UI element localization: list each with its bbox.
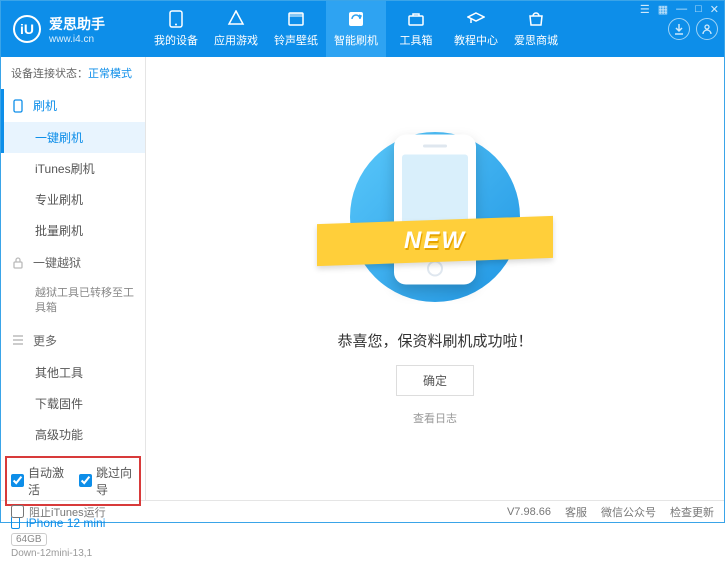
service-link[interactable]: 客服: [565, 504, 587, 520]
close-icon[interactable]: ✕: [710, 3, 719, 16]
checkbox-input[interactable]: [11, 505, 24, 518]
titlebar: iU 爱思助手 www.i4.cn 我的设备 应用游戏 铃声壁纸 智能刷机 工具…: [1, 1, 724, 57]
checkbox-label: 阻止iTunes运行: [29, 504, 106, 520]
jailbreak-note: 越狱工具已转移至工具箱: [1, 279, 145, 324]
nav-label: 应用游戏: [214, 32, 258, 48]
nav-flash[interactable]: 智能刷机: [326, 1, 386, 57]
app-logo-icon: iU: [13, 15, 41, 43]
storage-badge: 64GB: [11, 533, 47, 546]
checkbox-label: 跳过向导: [96, 464, 135, 498]
device-firmware: Down-12mini-13,1: [11, 548, 135, 559]
success-illustration: NEW: [335, 122, 535, 312]
nav-tutorials[interactable]: 教程中心: [446, 1, 506, 57]
view-log-link[interactable]: 查看日志: [413, 410, 457, 426]
update-link[interactable]: 检查更新: [670, 504, 714, 520]
menu-icon[interactable]: ☰: [640, 3, 650, 16]
conn-mode: 正常模式: [88, 68, 132, 80]
maximize-icon[interactable]: □: [695, 3, 702, 16]
nav-my-device[interactable]: 我的设备: [146, 1, 206, 57]
skin-icon[interactable]: ▦: [658, 3, 668, 16]
nav-toolbox[interactable]: 工具箱: [386, 1, 446, 57]
nav-store[interactable]: 爱思商城: [506, 1, 566, 57]
store-icon: [526, 10, 546, 28]
checkbox-skip-wizard[interactable]: 跳过向导: [79, 464, 135, 498]
apps-icon: [226, 10, 246, 28]
window-controls: ☰ ▦ — □ ✕: [640, 3, 719, 16]
checkbox-input[interactable]: [79, 474, 92, 487]
sidebar-item-batch-flash[interactable]: 批量刷机: [1, 215, 145, 246]
nav-ringtones[interactable]: 铃声壁纸: [266, 1, 326, 57]
group-label: 更多: [33, 332, 57, 349]
more-icon: [11, 335, 25, 345]
connection-status: 设备连接状态：正常模式: [1, 57, 145, 89]
top-nav: 我的设备 应用游戏 铃声壁纸 智能刷机 工具箱 教程中心 爱思商城: [146, 1, 668, 57]
version-label: V7.98.66: [507, 506, 551, 518]
sidebar: 设备连接状态：正常模式 刷机 一键刷机 iTunes刷机 专业刷机 批量刷机 一…: [1, 57, 146, 500]
toolbox-icon: [406, 10, 426, 28]
sidebar-item-other-tools[interactable]: 其他工具: [1, 357, 145, 388]
checkbox-block-itunes[interactable]: 阻止iTunes运行: [11, 504, 106, 520]
group-label: 一键越狱: [33, 254, 81, 271]
options-highlight-box: 自动激活 跳过向导: [5, 456, 141, 506]
sidebar-item-oneclick-flash[interactable]: 一键刷机: [1, 122, 145, 153]
main-content: NEW 恭喜您，保资料刷机成功啦！ 确定 查看日志: [146, 57, 724, 500]
lock-icon: [11, 257, 25, 269]
title-right: [668, 18, 724, 40]
app-url: www.i4.cn: [49, 34, 105, 45]
nav-label: 我的设备: [154, 32, 198, 48]
group-more[interactable]: 更多: [1, 324, 145, 357]
group-label: 刷机: [33, 97, 57, 114]
tutorial-icon: [466, 10, 486, 28]
new-ribbon: NEW: [317, 215, 553, 265]
nav-label: 铃声壁纸: [274, 32, 318, 48]
nav-label: 爱思商城: [514, 32, 558, 48]
ok-button[interactable]: 确定: [396, 365, 474, 396]
sidebar-item-download-fw[interactable]: 下载固件: [1, 388, 145, 419]
download-button[interactable]: [668, 18, 690, 40]
nav-label: 工具箱: [400, 32, 433, 48]
device-icon: [166, 10, 186, 28]
media-icon: [286, 10, 306, 28]
sidebar-item-itunes-flash[interactable]: iTunes刷机: [1, 153, 145, 184]
checkbox-input[interactable]: [11, 474, 24, 487]
flash-icon: [346, 10, 366, 28]
brand: iU 爱思助手 www.i4.cn: [1, 14, 146, 45]
conn-label: 设备连接状态：: [11, 68, 88, 80]
wechat-link[interactable]: 微信公众号: [601, 504, 656, 520]
sidebar-item-advanced[interactable]: 高级功能: [1, 419, 145, 450]
success-message: 恭喜您，保资料刷机成功啦！: [337, 330, 532, 351]
phone-icon: [11, 99, 25, 113]
app-name: 爱思助手: [49, 14, 105, 34]
minimize-icon[interactable]: —: [676, 3, 687, 16]
sidebar-item-pro-flash[interactable]: 专业刷机: [1, 184, 145, 215]
nav-label: 教程中心: [454, 32, 498, 48]
nav-apps[interactable]: 应用游戏: [206, 1, 266, 57]
group-flash[interactable]: 刷机: [1, 89, 145, 122]
nav-label: 智能刷机: [334, 32, 378, 48]
checkbox-auto-activate[interactable]: 自动激活: [11, 464, 67, 498]
user-button[interactable]: [696, 18, 718, 40]
checkbox-label: 自动激活: [28, 464, 67, 498]
group-jailbreak[interactable]: 一键越狱: [1, 246, 145, 279]
